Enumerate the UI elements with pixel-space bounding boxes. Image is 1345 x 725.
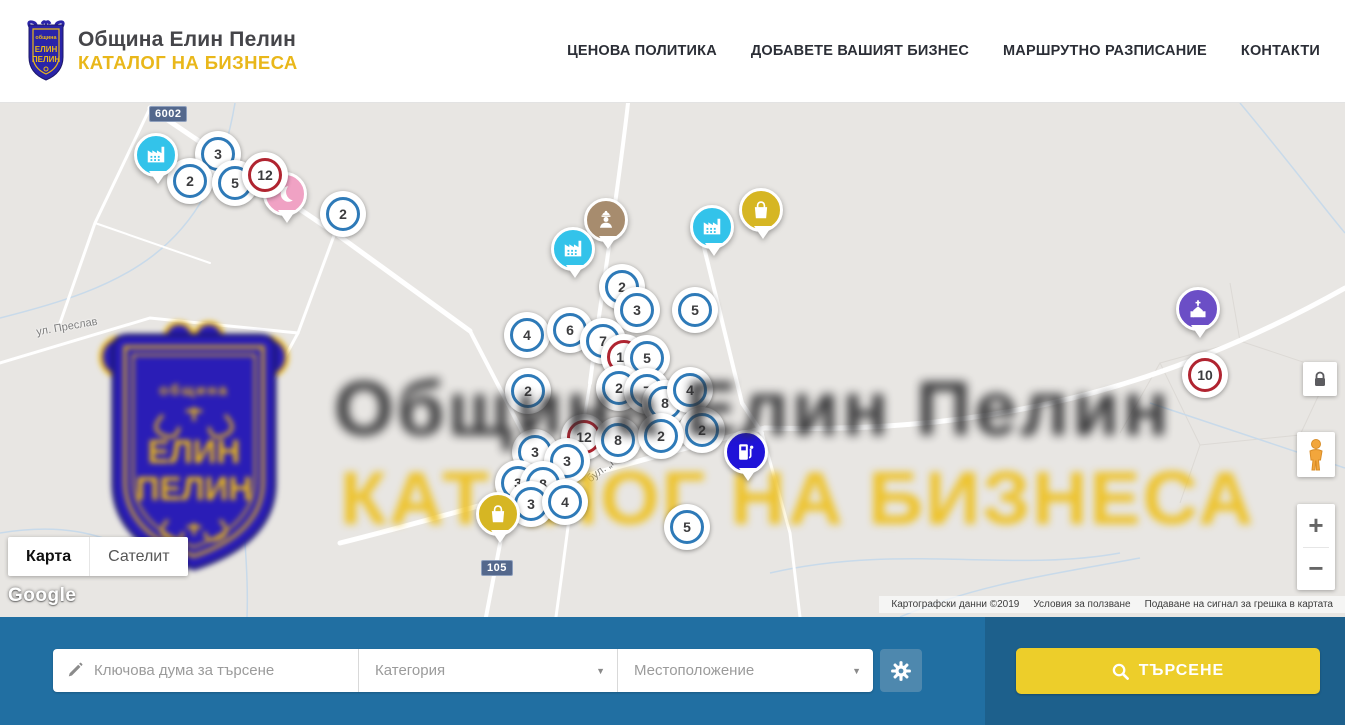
lock-icon [1313,371,1327,387]
nav-contacts[interactable]: КОНТАКТИ [1241,43,1320,59]
svg-text:ЕЛИН: ЕЛИН [35,45,58,54]
site-title: Община Елин Пелин [78,28,298,52]
terms-of-use-link[interactable]: Условия за ползване [1026,599,1137,610]
cluster-count: 5 [670,510,704,544]
cluster-marker[interactable]: 4 [504,312,550,358]
search-icon [1112,663,1129,680]
svg-text:ПЕЛИН: ПЕЛИН [32,55,60,64]
map-type-satellite-button[interactable]: Сателит [89,537,187,576]
cluster-marker[interactable]: 10 [1182,352,1228,398]
svg-text:община: община [35,34,57,41]
nav-pricing-policy[interactable]: ЦЕНОВА ПОЛИТИКА [567,43,717,59]
chevron-down-icon: ▼ [596,666,605,676]
search-panel: Категория ▼ Местоположение ▼ ТЪРСЕНЕ [0,617,1345,725]
zoom-in-button[interactable]: + [1297,504,1335,547]
pin-tail [739,468,757,481]
cluster-marker[interactable]: 5 [672,287,718,333]
category-dropdown-label: Категория [375,662,445,679]
pin-tail [705,243,723,256]
poi-marker-factory[interactable] [551,227,599,278]
site-logo[interactable]: община ЕЛИН ПЕЛИН Община Елин Пелин КАТА… [24,19,298,83]
map-type-control: Карта Сателит [8,537,188,576]
gear-icon [890,660,912,682]
location-dropdown[interactable]: Местоположение ▼ [617,649,873,692]
zoom-out-button[interactable]: − [1297,548,1335,591]
pin-tail [278,210,296,223]
pegman-icon [1306,438,1326,472]
chevron-down-icon: ▼ [852,666,861,676]
svg-text:ЕЛИН: ЕЛИН [148,433,241,470]
cluster-marker[interactable]: 12 [242,152,288,198]
search-bar: Категория ▼ Местоположение ▼ [53,649,873,692]
cluster-marker[interactable]: 4 [542,479,588,525]
svg-text:ПЕЛИН: ПЕЛИН [136,470,252,507]
pegman-button[interactable] [1297,432,1335,477]
pencil-icon [67,662,84,679]
pin-tail [754,226,772,239]
municipality-crest-icon: община ЕЛИН ПЕЛИН [24,19,68,83]
pin-tail [491,530,509,543]
cluster-count: 5 [678,293,712,327]
map-copyright: Картографски данни ©2019 [884,599,1026,610]
cluster-count: 12 [248,158,282,192]
poi-marker-church[interactable] [1176,287,1224,338]
lock-button[interactable] [1303,362,1337,396]
cluster-count: 3 [620,293,654,327]
poi-marker-bag[interactable] [476,492,524,543]
cluster-count: 4 [510,318,544,352]
google-logo[interactable]: Google [8,585,76,607]
nav-route-schedule[interactable]: МАРШРУТНО РАЗПИСАНИЕ [1003,43,1207,59]
advanced-settings-button[interactable] [880,649,922,692]
cluster-marker[interactable]: 5 [664,504,710,550]
zoom-control: + − [1297,504,1335,590]
site-subtitle: КАТАЛОГ НА БИЗНЕСА [78,52,298,73]
header: община ЕЛИН ПЕЛИН Община Елин Пелин КАТА… [0,0,1345,103]
road-shield-6002: 6002 [149,106,187,122]
keyword-search-input[interactable] [94,662,358,679]
poi-marker-bag[interactable] [739,188,787,239]
pin-tail [566,265,584,278]
cluster-count: 10 [1188,358,1222,392]
pin-tail [599,236,617,249]
search-button[interactable]: ТЪРСЕНЕ [1016,648,1320,694]
main-nav: ЦЕНОВА ПОЛИТИКА ДОБАВЕТЕ ВАШИЯТ БИЗНЕС М… [567,43,1320,59]
map-attribution: Картографски данни ©2019 Условия за полз… [879,596,1345,613]
map-type-map-button[interactable]: Карта [8,537,89,576]
report-map-error-link[interactable]: Подаване на сигнал за грешка в картата [1138,599,1340,610]
cluster-marker[interactable]: 2 [320,191,366,237]
location-dropdown-label: Местоположение [634,662,754,679]
svg-text:община: община [159,382,229,399]
road-shield-105: 105 [481,560,513,576]
poi-marker-factory[interactable] [134,133,182,184]
cluster-count: 2 [326,197,360,231]
keyword-segment [53,649,358,692]
pin-tail [149,171,167,184]
pin-tail [1191,325,1209,338]
category-dropdown[interactable]: Категория ▼ [358,649,617,692]
watermark-municipality-text: Община Елин Пелин [334,365,1172,454]
cluster-count: 4 [548,485,582,519]
poi-marker-factory[interactable] [690,205,738,256]
google-map[interactable]: 6002 105 ул. Преслав бул. „Новосел ции К… [0,103,1345,617]
search-button-label: ТЪРСЕНЕ [1139,662,1224,680]
nav-add-your-business[interactable]: ДОБАВЕТЕ ВАШИЯТ БИЗНЕС [751,43,969,59]
